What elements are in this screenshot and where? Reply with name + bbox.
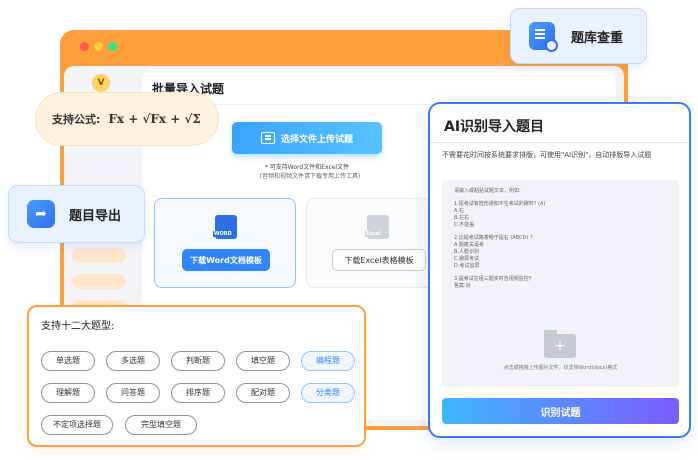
share-icon: ➦ (27, 200, 55, 228)
ai-import-panel: AI识别导入题目 不需要花时间按系统要求排版，可使用"AI识别"，自动排版导入试… (428, 102, 691, 438)
excel-icon-text: Excel (365, 231, 382, 237)
sample-line: A.题撤关毫考 (454, 242, 484, 248)
search-doc-icon (529, 22, 558, 52)
question-text-area[interactable]: 请输入或粘贴试题文本，例如: 1.提考试有险伤通知不生考试的碳时? (A) A.右 B… (442, 180, 679, 387)
upload-button-label: 选择文件上传试题 (280, 134, 353, 145)
excel-file-icon: Excel (365, 215, 389, 239)
sample-line: 2.比提考试路香畅于提右 (ABCD) ? (454, 235, 533, 241)
word-file-icon: WORD (213, 215, 237, 239)
question-type-tag[interactable]: 单选题 (41, 351, 95, 371)
sidebar-item[interactable] (72, 248, 126, 263)
sample-line: C.不能盖 (454, 222, 475, 228)
question-type-tag[interactable]: 排序题 (171, 383, 225, 403)
question-type-tag[interactable]: 分类题 (301, 383, 355, 403)
sample-line: 1.提考试有险伤通知不生考试的碳时? (A) (454, 201, 546, 207)
question-type-tag[interactable]: 问答题 (106, 383, 160, 403)
folder-upload-icon[interactable]: + (544, 330, 576, 358)
recognize-questions-button[interactable]: 识别试题 (442, 398, 679, 424)
sample-line: C.避屏考试 (454, 256, 480, 262)
excel-template-card[interactable]: Excel 下载Excel表格模板 (306, 198, 448, 288)
question-export-label: 题目导出 (69, 208, 122, 224)
question-type-tag[interactable]: 多选题 (106, 351, 160, 371)
question-type-tag[interactable]: 判断题 (171, 351, 225, 371)
formula-expression: Fx + √Fx + √Σ (108, 112, 201, 126)
question-type-tag[interactable]: 填空题 (236, 351, 290, 371)
upload-hint: 点击或拖拽上传图片文件，仅支持Word(docx)格式 (503, 365, 618, 371)
maximize-dot[interactable] (108, 42, 117, 51)
divider (430, 142, 689, 143)
sample-line: B.人脸识别 (454, 249, 480, 255)
question-types-panel: 支持十二大题型: 单选题 多选题 判断题 填空题 编程题理解题 问答题 排序题 配对题 分类题不… (27, 305, 366, 447)
question-type-tag[interactable]: 完型填空题 (125, 415, 197, 435)
question-type-tag[interactable]: 不定项选择题 (41, 415, 113, 435)
types-panel-title: 支持十二大题型: (41, 321, 115, 332)
download-word-template-button[interactable]: 下载Word文档模板 (182, 249, 270, 271)
ai-panel-description: 不需要花时间按系统要求排版，可使用"AI识别"，自动排版导入试题 (442, 151, 652, 159)
word-template-card[interactable]: WORD 下载Word文档模板 (154, 198, 296, 288)
sample-text: 请输入或粘贴试题文本，例如: 1.提考试有险伤通知不生考试的碳时? (A) A.右 B… (454, 188, 667, 290)
question-type-tag[interactable]: 配对题 (236, 383, 290, 403)
stage: V 批量导入试题 选择文件上传试题 * 可支持Word文件和Excel文件 (音… (0, 0, 698, 460)
sample-line: A.右 (454, 208, 464, 214)
question-type-tag[interactable]: 理解题 (41, 383, 95, 403)
ai-panel-title: AI识别导入题目 (444, 119, 545, 135)
word-icon-text: WORD (213, 231, 233, 237)
logo: V (92, 74, 110, 92)
sample-line: 答案:对 (454, 283, 471, 289)
window-controls (80, 42, 117, 51)
sidebar-item[interactable] (72, 274, 126, 289)
question-type-tag[interactable]: 编程题 (301, 351, 355, 371)
formula-support-badge: 支持公式: Fx + √Fx + √Σ (35, 92, 219, 146)
close-dot[interactable] (80, 42, 89, 51)
sample-line: B.左右 (454, 215, 470, 221)
duplicate-check-label: 题库查重 (571, 30, 624, 46)
formula-label: 支持公式: (52, 113, 101, 126)
sample-line: D.考试监屏 (454, 263, 480, 269)
upload-file-button[interactable]: 选择文件上传试题 (232, 122, 382, 154)
duplicate-check-badge[interactable]: 题库查重 (510, 8, 647, 64)
upload-icon (260, 132, 275, 144)
sample-line: 3.提考试在组三题实时告视频监控? (454, 276, 532, 282)
sample-line: 请输入或粘贴试题文本，例如: (454, 188, 521, 194)
download-excel-template-button[interactable]: 下载Excel表格模板 (332, 249, 426, 271)
upload-note: * 可支持Word文件和Excel文件 (264, 164, 350, 171)
minimize-dot[interactable] (94, 42, 103, 51)
question-export-badge[interactable]: ➦ 题目导出 (8, 185, 145, 243)
upload-note-media: (音频和视频文件请下载专用上传工具) (259, 173, 361, 180)
